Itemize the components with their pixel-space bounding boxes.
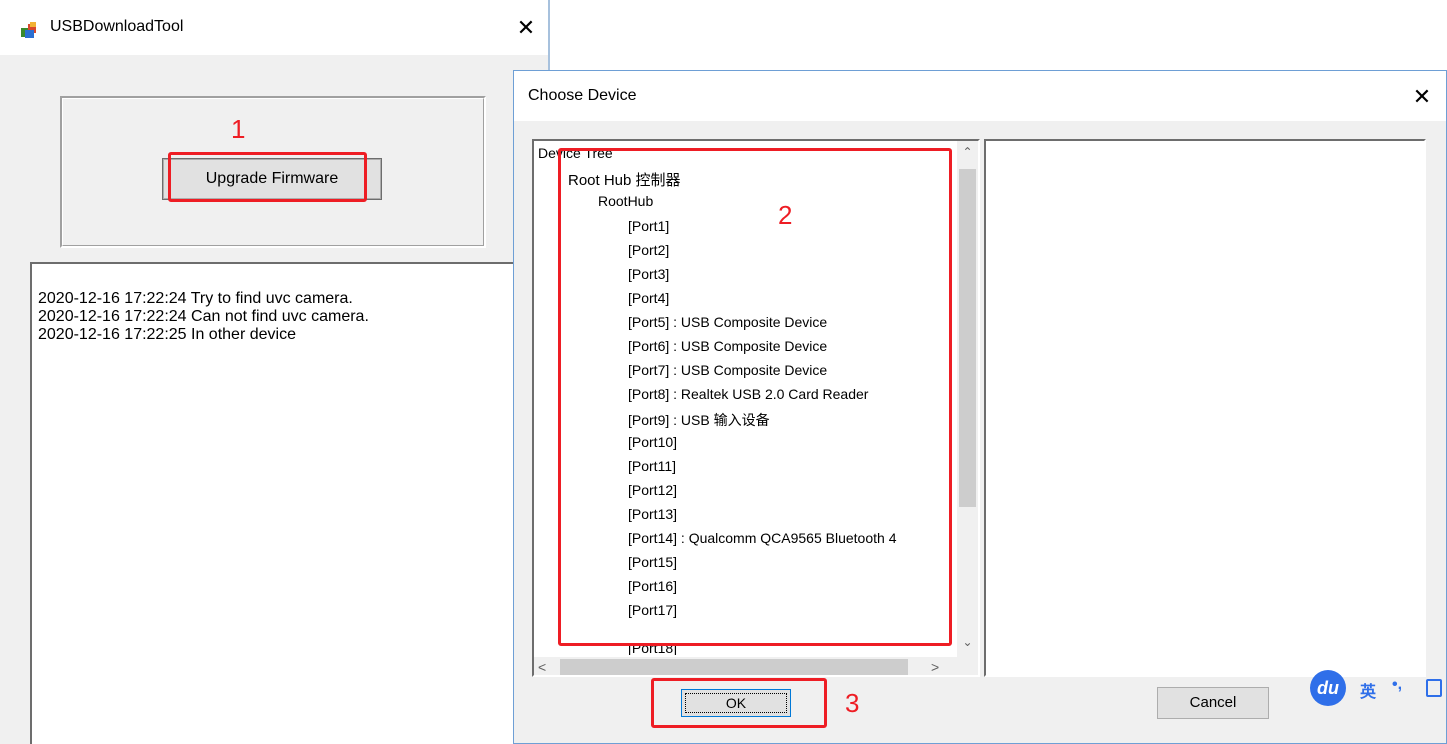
cancel-button[interactable]: Cancel	[1157, 687, 1269, 719]
log-line: 2020-12-16 17:22:24 Can not find uvc cam…	[38, 308, 369, 325]
scrollbar-corner	[957, 657, 978, 675]
cancel-label: Cancel	[1189, 694, 1237, 711]
main-window-title: USBDownloadTool	[50, 18, 184, 35]
device-detail-panel[interactable]	[984, 139, 1426, 677]
ime-fullwidth-icon[interactable]	[1426, 679, 1442, 697]
dialog-close-icon[interactable]: ✕	[1406, 81, 1438, 113]
annotation-box-2	[558, 148, 952, 646]
annotation-number-2: 2	[778, 200, 793, 230]
dialog-title: Choose Device	[528, 87, 637, 104]
close-icon[interactable]: ✕	[512, 14, 540, 42]
tree-vertical-scrollbar[interactable]: ⌃ ⌄	[957, 141, 978, 657]
ime-mode-toggle[interactable]: 英	[1360, 678, 1376, 702]
annotation-number-3: 3	[845, 688, 860, 718]
log-line: 2020-12-16 17:22:24 Try to find uvc came…	[38, 290, 353, 307]
main-window: USBDownloadTool ✕ Upgrade Firmware 2020-…	[0, 0, 550, 744]
log-textbox[interactable]: 2020-12-16 17:22:24 Try to find uvc came…	[30, 262, 550, 744]
tree-horizontal-scrollbar[interactable]: < >	[534, 657, 957, 675]
scroll-down-icon[interactable]: ⌄	[957, 635, 978, 651]
scroll-right-icon[interactable]: >	[931, 657, 947, 675]
annotation-box-3	[651, 678, 827, 728]
annotation-box-1	[168, 152, 367, 202]
scrollbar-thumb[interactable]	[560, 659, 908, 675]
ime-logo-icon[interactable]: du	[1310, 670, 1346, 706]
log-line: 2020-12-16 17:22:25 In other device	[38, 326, 296, 343]
app-icon	[21, 22, 36, 38]
ime-toolbar[interactable]: du 英 •,	[1310, 668, 1447, 708]
dialog-titlebar[interactable]: Choose Device ✕	[514, 71, 1446, 121]
annotation-number-1: 1	[231, 114, 246, 144]
scrollbar-thumb[interactable]	[959, 169, 976, 507]
scroll-up-icon[interactable]: ⌃	[957, 145, 978, 161]
ime-punctuation-toggle[interactable]: •,	[1392, 676, 1402, 694]
scroll-left-icon[interactable]: <	[538, 657, 554, 675]
main-titlebar[interactable]: USBDownloadTool ✕	[0, 0, 548, 55]
